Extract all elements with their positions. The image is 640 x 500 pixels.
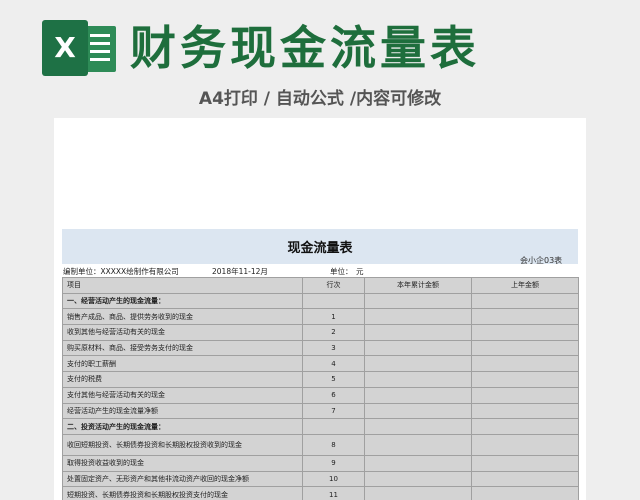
logo-letter: X	[54, 31, 76, 64]
current-year-cell[interactable]	[364, 339, 472, 357]
item-cell[interactable]: 二、投资活动产生的现金流量：	[62, 418, 303, 435]
prior-year-cell[interactable]	[471, 292, 579, 310]
item-cell[interactable]: 处置固定资产、无形资产和其他非流动资产收回的现金净额	[62, 470, 303, 488]
table-row: 支付其他与经营活动有关的现金 6	[62, 386, 579, 404]
prior-year-cell[interactable]	[471, 470, 579, 488]
unit-label: 单位：	[330, 267, 353, 276]
table-row: 收回短期投资、长期债券投资和长期股权投资收到的现金 8	[62, 433, 579, 456]
item-cell[interactable]: 取得投资收益收到的现金	[62, 454, 303, 472]
item-cell[interactable]: 支付的税费	[62, 371, 303, 388]
banner-title: 财务现金流量表	[130, 21, 480, 75]
company-label: 编制单位：XXXXX绘制作有限公司	[63, 267, 179, 276]
excel-logo-icon: X	[42, 20, 118, 80]
current-year-cell[interactable]	[364, 386, 472, 404]
form-code: 会小企03表	[520, 256, 563, 265]
item-cell[interactable]: 支付其他与经营活动有关的现金	[62, 386, 303, 404]
line-number-cell[interactable]: 10	[302, 470, 365, 488]
current-year-cell[interactable]	[364, 418, 472, 435]
column-header[interactable]: 项目	[62, 277, 303, 294]
item-cell[interactable]: 支付的职工薪酬	[62, 355, 303, 373]
table-row: 支付的职工薪酬 4	[62, 355, 579, 373]
cash-flow-table: 项目 行次 本年累计金额 上年金额 一、经营活动产生的现金流量： 销售产成品、商品…	[62, 277, 579, 500]
banner-subtitle: A4打印 / 自动公式 /内容可修改	[198, 89, 442, 109]
current-year-cell[interactable]	[364, 292, 472, 310]
current-year-cell[interactable]	[364, 402, 472, 420]
line-number-cell[interactable]: 5	[302, 371, 365, 388]
column-header[interactable]: 上年金额	[471, 277, 579, 294]
table-row: 支付的税费 5	[62, 371, 579, 388]
prior-year-cell[interactable]	[471, 324, 579, 341]
line-number-cell[interactable]: 7	[302, 402, 365, 420]
item-cell[interactable]: 一、经营活动产生的现金流量：	[62, 292, 303, 310]
current-year-cell[interactable]	[364, 486, 472, 500]
item-cell[interactable]: 经营活动产生的现金流量净额	[62, 402, 303, 420]
prior-year-cell[interactable]	[471, 402, 579, 420]
table-row: 处置固定资产、无形资产和其他非流动资产收回的现金净额 10	[62, 470, 579, 488]
line-number-cell[interactable]	[302, 418, 365, 435]
line-number-cell[interactable]: 9	[302, 454, 365, 472]
item-cell[interactable]: 短期投资、长期债券投资和长期股权投资支付的现金	[62, 486, 303, 500]
table-header-row: 项目 行次 本年累计金额 上年金额	[62, 277, 579, 294]
line-number-cell[interactable]: 3	[302, 339, 365, 357]
current-year-cell[interactable]	[364, 470, 472, 488]
prior-year-cell[interactable]	[471, 355, 579, 373]
column-header[interactable]: 本年累计金额	[364, 277, 472, 294]
table-row: 一、经营活动产生的现金流量：	[62, 292, 579, 310]
report-period: 2018年11-12月	[212, 267, 268, 276]
prior-year-cell[interactable]	[471, 486, 579, 500]
current-year-cell[interactable]	[364, 355, 472, 373]
line-number-cell[interactable]: 4	[302, 355, 365, 373]
prior-year-cell[interactable]	[471, 371, 579, 388]
table-row: 取得投资收益收到的现金 9	[62, 454, 579, 472]
table-row: 收到其他与经营活动有关的现金 2	[62, 324, 579, 341]
prior-year-cell[interactable]	[471, 454, 579, 472]
item-cell[interactable]: 销售产成品、商品、提供劳务收到的现金	[62, 308, 303, 326]
table-row: 短期投资、长期债券投资和长期股权投资支付的现金 11	[62, 486, 579, 500]
line-number-cell[interactable]	[302, 292, 365, 310]
current-year-cell[interactable]	[364, 308, 472, 326]
prior-year-cell[interactable]	[471, 308, 579, 326]
current-year-cell[interactable]	[364, 371, 472, 388]
column-header[interactable]: 行次	[302, 277, 365, 294]
banner: X 财务现金流量表 A4打印 / 自动公式 /内容可修改	[0, 0, 640, 118]
item-cell[interactable]: 收到其他与经营活动有关的现金	[62, 324, 303, 341]
item-cell[interactable]: 收回短期投资、长期债券投资和长期股权投资收到的现金	[62, 433, 303, 456]
prior-year-cell[interactable]	[471, 339, 579, 357]
current-year-cell[interactable]	[364, 324, 472, 341]
line-number-cell[interactable]: 8	[302, 433, 365, 456]
current-year-cell[interactable]	[364, 454, 472, 472]
prior-year-cell[interactable]	[471, 418, 579, 435]
line-number-cell[interactable]: 1	[302, 308, 365, 326]
unit-value: 元	[356, 267, 364, 276]
line-number-cell[interactable]: 11	[302, 486, 365, 500]
item-cell[interactable]: 购买原材料、商品、接受劳务支付的现金	[62, 339, 303, 357]
line-number-cell[interactable]: 6	[302, 386, 365, 404]
prior-year-cell[interactable]	[471, 386, 579, 404]
line-number-cell[interactable]: 2	[302, 324, 365, 341]
table-row: 二、投资活动产生的现金流量：	[62, 418, 579, 435]
table-row: 经营活动产生的现金流量净额 7	[62, 402, 579, 420]
table-row: 销售产成品、商品、提供劳务收到的现金 1	[62, 308, 579, 326]
current-year-cell[interactable]	[364, 433, 472, 456]
prior-year-cell[interactable]	[471, 433, 579, 456]
sheet-title: 现金流量表	[287, 241, 353, 256]
table-row: 购买原材料、商品、接受劳务支付的现金 3	[62, 339, 579, 357]
